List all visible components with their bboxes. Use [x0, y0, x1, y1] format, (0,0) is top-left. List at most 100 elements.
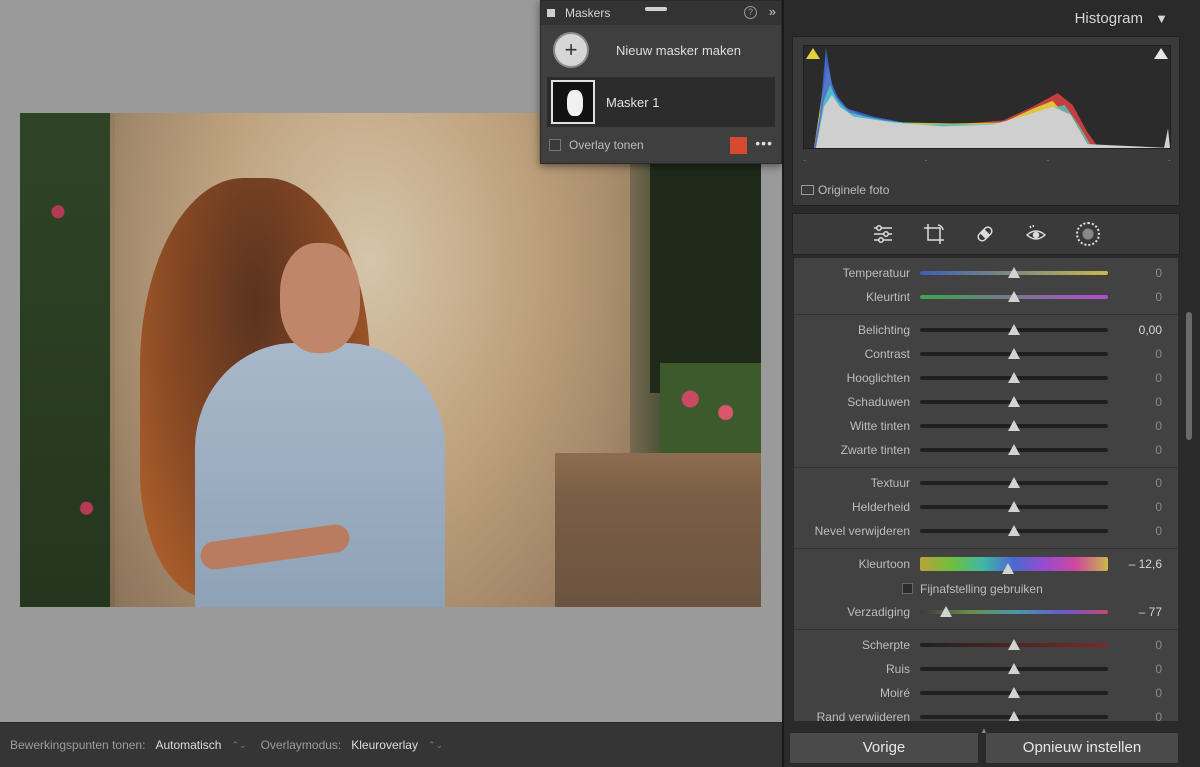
original-photo-icon	[801, 185, 814, 195]
masks-panel-header[interactable]: Maskers ? »	[541, 1, 781, 25]
help-icon[interactable]: ?	[744, 6, 757, 19]
mask-thumbnail	[551, 80, 595, 124]
slider-value[interactable]: 0	[1155, 686, 1162, 700]
shadow-clipping-icon[interactable]	[806, 48, 820, 59]
masks-panel-title: Maskers	[565, 6, 611, 20]
slider-value[interactable]: – 77	[1139, 605, 1162, 619]
slider-handle[interactable]	[1008, 324, 1020, 335]
slider-value[interactable]: 0	[1155, 395, 1162, 409]
panel-square-icon	[547, 9, 555, 17]
fine-tune-checkbox[interactable]	[902, 583, 913, 594]
histogram-panel: ---- Originele foto	[792, 36, 1180, 206]
slider-handle[interactable]	[1002, 563, 1015, 574]
slider-row: Contrast 0	[794, 343, 1178, 367]
slider-handle[interactable]	[1008, 711, 1020, 721]
slider-row: Verzadiging – 77	[794, 601, 1178, 625]
slider-handle[interactable]	[1008, 348, 1020, 359]
overlay-color-swatch[interactable]	[730, 137, 747, 154]
slider-handle[interactable]	[1008, 663, 1020, 674]
photo-preview[interactable]	[20, 113, 761, 607]
photo-subject-face	[280, 243, 360, 353]
slider-value[interactable]: 0	[1155, 266, 1162, 280]
slider-value[interactable]: 0	[1155, 638, 1162, 652]
slider-value[interactable]: 0	[1155, 290, 1162, 304]
overlay-checkbox[interactable]	[549, 139, 561, 151]
slider-label: Witte tinten	[849, 419, 910, 433]
slider-row: Temperatuur 0	[794, 262, 1178, 286]
slider-handle[interactable]	[1008, 687, 1020, 698]
right-panel: Histogram ▼ ---- Originele foto Temperat…	[782, 0, 1200, 767]
overlay-toggle-row: Overlay tonen •••	[541, 127, 781, 163]
photo-foliage	[20, 113, 115, 607]
slider-label: Kleurtoon	[858, 557, 910, 571]
slider-handle[interactable]	[940, 606, 953, 617]
red-eye-icon[interactable]	[1025, 223, 1047, 245]
slider-row: Kleurtint 0	[794, 286, 1178, 310]
slider-value[interactable]: 0	[1155, 710, 1162, 721]
slider-label: Temperatuur	[842, 266, 910, 280]
crop-icon[interactable]	[923, 223, 945, 245]
drag-handle-icon[interactable]	[645, 7, 667, 11]
slider-handle[interactable]	[1008, 477, 1020, 488]
highlight-clipping-icon[interactable]	[1154, 48, 1168, 59]
mask-item[interactable]: Masker 1	[547, 77, 775, 127]
original-photo-label: Originele foto	[818, 183, 890, 197]
reset-button[interactable]: Opnieuw instellen	[985, 732, 1179, 764]
slider-handle[interactable]	[1008, 444, 1020, 455]
panel-scrollbar[interactable]	[1186, 312, 1192, 440]
histogram-collapse-icon[interactable]: ▼	[1155, 11, 1168, 26]
slider-handle[interactable]	[1008, 291, 1020, 302]
slider-row: Nevel verwijderen 0	[794, 520, 1178, 544]
histogram-header[interactable]: Histogram ▼	[792, 0, 1186, 36]
edit-points-chevron-icon[interactable]: ⌃⌄	[231, 740, 246, 751]
photo-subject-dress	[195, 343, 445, 607]
slider-handle[interactable]	[1008, 267, 1020, 278]
more-options-icon[interactable]: •••	[755, 135, 773, 151]
app-window: Bewerkingspunten tonen: Automatisch ⌃⌄ O…	[0, 0, 1200, 767]
fine-tune-toggle[interactable]: Fijnafstelling gebruiken	[794, 577, 1178, 601]
slider-label: Textuur	[870, 476, 910, 490]
original-photo-toggle[interactable]: Originele foto	[801, 183, 889, 197]
slider-value[interactable]: 0	[1155, 419, 1162, 433]
slider-value[interactable]: – 12,6	[1129, 557, 1162, 571]
color-group: Kleurtoon – 12,6 Fijnafstelling gebruiken V…	[794, 549, 1178, 630]
slider-handle[interactable]	[1008, 420, 1020, 431]
slider-value[interactable]: 0	[1155, 443, 1162, 457]
slider-value[interactable]: 0	[1155, 500, 1162, 514]
new-mask-button[interactable]: + Nieuw masker maken	[541, 25, 781, 75]
histogram-svg	[804, 47, 1170, 148]
slider-label: Belichting	[857, 323, 910, 337]
overlay-mode-select[interactable]: Kleuroverlay	[351, 738, 418, 752]
adjustments-panel: Temperatuur 0 Kleurtint 0 Belichting 0,00 Cont…	[794, 258, 1178, 721]
slider-value[interactable]: 0	[1155, 347, 1162, 361]
slider-row: Rand verwijderen 0	[794, 706, 1178, 721]
photo-flowers	[660, 363, 761, 453]
slider-value[interactable]: 0	[1155, 476, 1162, 490]
edit-points-select[interactable]: Automatisch	[155, 738, 221, 752]
collapse-icon[interactable]: »	[769, 4, 776, 19]
edit-points-label: Bewerkingspunten tonen:	[10, 738, 146, 752]
slider-value[interactable]: 0,00	[1139, 323, 1162, 337]
slider-value[interactable]: 0	[1155, 371, 1162, 385]
slider-value[interactable]: 0	[1155, 524, 1162, 538]
slider-label: Zwarte tinten	[840, 443, 910, 457]
sliders-icon[interactable]	[872, 223, 894, 245]
slider-handle[interactable]	[1008, 501, 1020, 512]
histogram-graph	[803, 45, 1171, 149]
photo-window	[650, 163, 761, 393]
masking-icon[interactable]	[1076, 222, 1100, 246]
slider-handle[interactable]	[1008, 396, 1020, 407]
slider-value[interactable]: 0	[1155, 662, 1162, 676]
healing-icon[interactable]	[974, 223, 996, 245]
slider-row: Textuur 0	[794, 472, 1178, 496]
slider-label: Scherpte	[861, 638, 910, 652]
overlay-mode-chevron-icon[interactable]: ⌃⌄	[428, 740, 443, 751]
previous-button[interactable]: Vorige	[789, 732, 979, 764]
histogram-title: Histogram	[1074, 10, 1143, 27]
slider-label: Contrast	[864, 347, 910, 361]
slider-handle[interactable]	[1008, 525, 1020, 536]
slider-label: Nevel verwijderen	[814, 524, 910, 538]
slider-handle[interactable]	[1008, 372, 1020, 383]
slider-handle[interactable]	[1008, 639, 1020, 650]
slider-label: Moiré	[879, 686, 910, 700]
